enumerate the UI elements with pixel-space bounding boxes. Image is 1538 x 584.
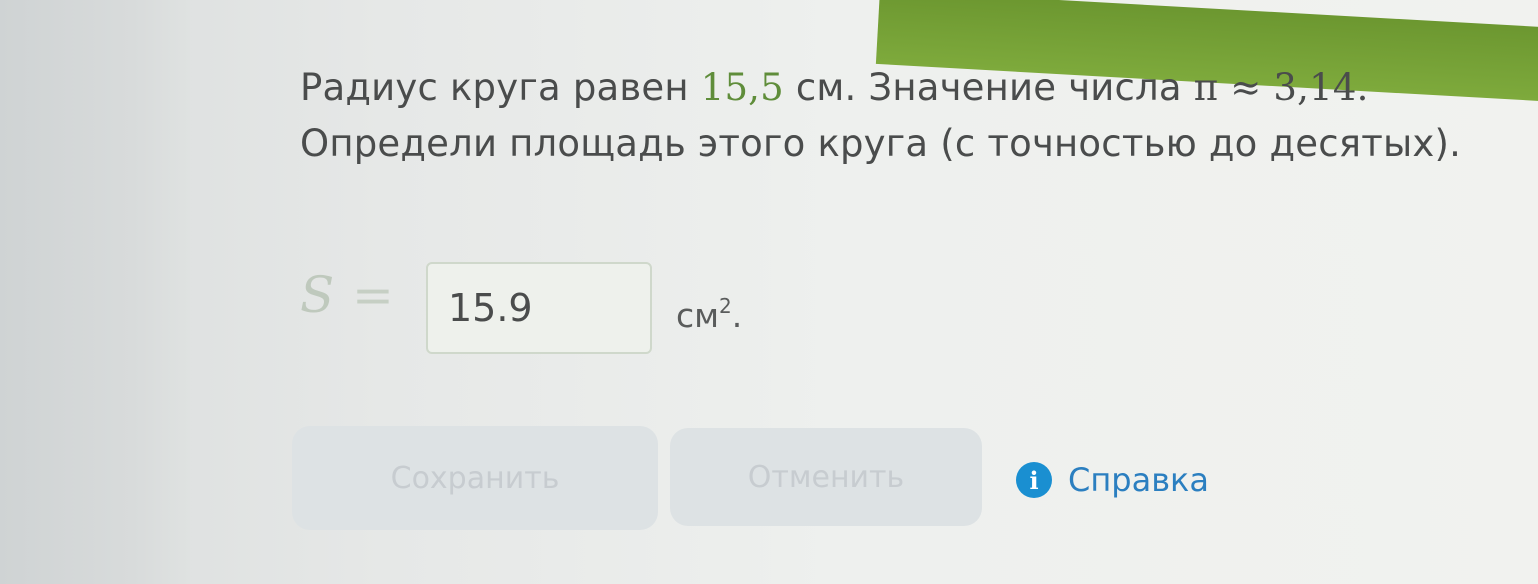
save-button[interactable]: Сохранить [292,426,658,530]
pi-symbol: π [1193,66,1219,109]
left-panel [0,0,190,584]
answer-input[interactable] [426,262,652,354]
help-label: Справка [1068,461,1209,499]
pi-value: 3,14. [1273,66,1369,109]
unit-suffix: . [731,296,743,335]
info-icon: i [1016,462,1052,498]
help-link[interactable]: i Справка [1016,460,1209,500]
question-prefix: Радиус круга равен [300,66,701,109]
task-content: Радиус круга равен 15,5 см. Значение чис… [292,60,1480,560]
screen: Радиус круга равен 15,5 см. Значение чис… [0,0,1538,584]
question-line-2: Определи площадь этого круга (с точность… [300,122,1462,165]
radius-value: 15,5 [700,66,784,109]
unit-exponent: 2 [719,294,732,318]
question-line-1: Радиус круга равен 15,5 см. Значение чис… [300,60,1480,116]
unit-text: см [676,296,720,335]
approx-symbol: ≈ [1218,66,1274,109]
question-text: Радиус круга равен 15,5 см. Значение чис… [300,60,1480,172]
answer-row: S = см2. [300,260,900,360]
cancel-button[interactable]: Отменить [670,428,982,526]
unit-label: см2. [676,294,742,335]
area-variable: S [300,266,335,324]
equals-sign: = [352,266,394,324]
question-mid: см. Значение числа [783,66,1194,109]
